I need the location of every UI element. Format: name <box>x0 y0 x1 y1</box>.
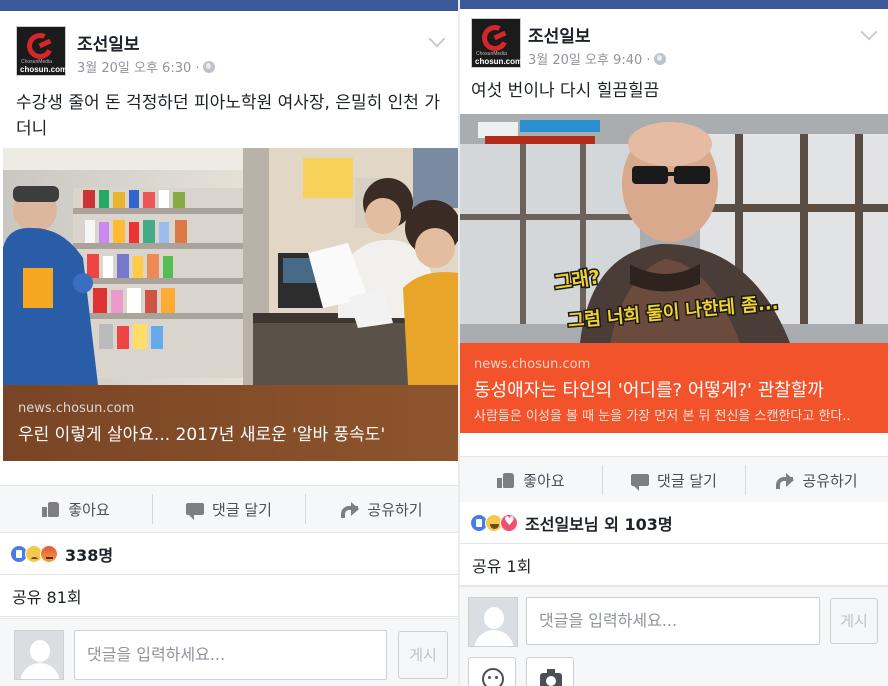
link-preview-caption[interactable]: news.chosun.com 동성애자는 타인의 '어디를? 어떻게?' 관찰… <box>460 343 888 433</box>
top-app-bar <box>0 0 458 11</box>
post-timestamp[interactable]: 3월 20일 오후 6:30 · <box>77 57 215 76</box>
like-icon <box>497 472 515 488</box>
emoji-icon <box>482 668 504 686</box>
link-title: 동성애자는 타인의 '어디를? 어떻게?' 관찰할까 <box>474 380 824 401</box>
tv-show-photo: 그래? 그럼 너희 둘이 나한테 좀... <box>460 114 888 343</box>
comment-button[interactable]: 댓글 달기 <box>153 494 306 524</box>
share-button[interactable]: 공유하기 <box>746 465 888 495</box>
logo-text: chosun.com <box>20 65 68 74</box>
post-action-bar: 좋아요 댓글 달기 공유하기 <box>0 485 458 533</box>
like-icon <box>42 501 60 517</box>
post-time-text: 3월 20일 오후 6:30 · <box>77 61 200 76</box>
comment-icon <box>631 474 650 491</box>
post-card: ChosunMedia chosun.com 조선일보 3월 20일 오후 9:… <box>458 0 888 686</box>
share-icon <box>341 501 360 518</box>
user-avatar <box>14 630 64 680</box>
post-action-bar: 좋아요 댓글 달기 공유하기 <box>460 456 888 504</box>
comment-composer: 댓글을 입력하세요... 게시 <box>460 586 888 686</box>
like-button[interactable]: 좋아요 <box>460 465 603 495</box>
camera-icon <box>540 669 562 686</box>
user-avatar <box>468 597 518 647</box>
share-count[interactable]: 공유 1회 <box>460 544 888 586</box>
post-card: ChosunMedia chosun.com 조선일보 3월 20일 오후 6:… <box>0 0 458 686</box>
comment-label: 댓글 달기 <box>657 471 717 490</box>
page-name[interactable]: 조선일보 <box>77 30 140 55</box>
post-time-text: 3월 20일 오후 9:40 · <box>528 53 651 68</box>
like-label: 좋아요 <box>523 471 565 490</box>
share-icon <box>776 472 795 489</box>
link-preview-image[interactable]: 그래? 그럼 너희 둘이 나한테 좀... <box>460 114 888 343</box>
post-timestamp[interactable]: 3월 20일 오후 9:40 · <box>528 49 666 68</box>
share-button[interactable]: 공유하기 <box>306 494 458 524</box>
comment-label: 댓글 달기 <box>212 500 272 519</box>
love-reaction-icon <box>500 513 518 532</box>
link-title: 우린 이렇게 살아요... 2017년 새로운 '알바 풍속도' <box>18 425 386 445</box>
link-domain: news.chosun.com <box>18 401 135 416</box>
reactions-summary[interactable]: 338명 <box>0 533 458 575</box>
comment-composer: 댓글을 입력하세요... 게시 <box>0 618 458 686</box>
share-count[interactable]: 공유 81회 <box>0 575 458 617</box>
link-description: 사람들은 이성을 볼 때 눈을 가장 먼저 본 뒤 전신을 스캔한다고 한다.. <box>474 409 851 424</box>
page-logo[interactable]: ChosunMedia chosun.com <box>471 18 523 68</box>
angry-reaction-icon <box>40 544 58 563</box>
page-name[interactable]: 조선일보 <box>528 22 591 47</box>
top-app-bar <box>460 0 888 9</box>
post-comment-button[interactable]: 게시 <box>398 631 448 679</box>
link-preview-caption[interactable]: news.chosun.com 우린 이렇게 살아요... 2017년 새로운 … <box>3 385 458 461</box>
comment-icon <box>186 503 205 520</box>
comment-input[interactable]: 댓글을 입력하세요... <box>526 597 820 645</box>
post-text: 수강생 줄어 돈 걱정하던 피아노학원 여사장, 은밀히 인천 가더니 <box>16 93 440 139</box>
page-logo[interactable]: ChosunMedia chosun.com <box>16 26 68 76</box>
reactions-summary[interactable]: 조선일보님 외 103명 <box>460 502 888 544</box>
like-button[interactable]: 좋아요 <box>0 494 153 524</box>
globe-icon <box>653 53 666 65</box>
logo-text: chosun.com <box>475 57 523 66</box>
chevron-down-icon[interactable] <box>428 30 446 48</box>
camera-button[interactable] <box>526 657 574 686</box>
link-preview-image[interactable] <box>3 148 458 385</box>
post-text: 여섯 번이나 다시 힐끔힐끔 <box>471 81 660 101</box>
emoji-button[interactable] <box>468 657 516 686</box>
reaction-count: 338명 <box>65 545 114 565</box>
share-label: 공유하기 <box>367 500 423 519</box>
comment-button[interactable]: 댓글 달기 <box>603 465 746 495</box>
reaction-count: 조선일보님 외 103명 <box>525 514 673 534</box>
comment-input[interactable]: 댓글을 입력하세요... <box>74 630 387 680</box>
share-label: 공유하기 <box>802 471 858 490</box>
convenience-store-photo <box>3 148 458 385</box>
post-comment-button[interactable]: 게시 <box>830 598 878 644</box>
globe-icon <box>202 61 215 73</box>
like-label: 좋아요 <box>68 500 110 519</box>
chevron-down-icon[interactable] <box>860 23 878 41</box>
link-domain: news.chosun.com <box>474 357 591 372</box>
